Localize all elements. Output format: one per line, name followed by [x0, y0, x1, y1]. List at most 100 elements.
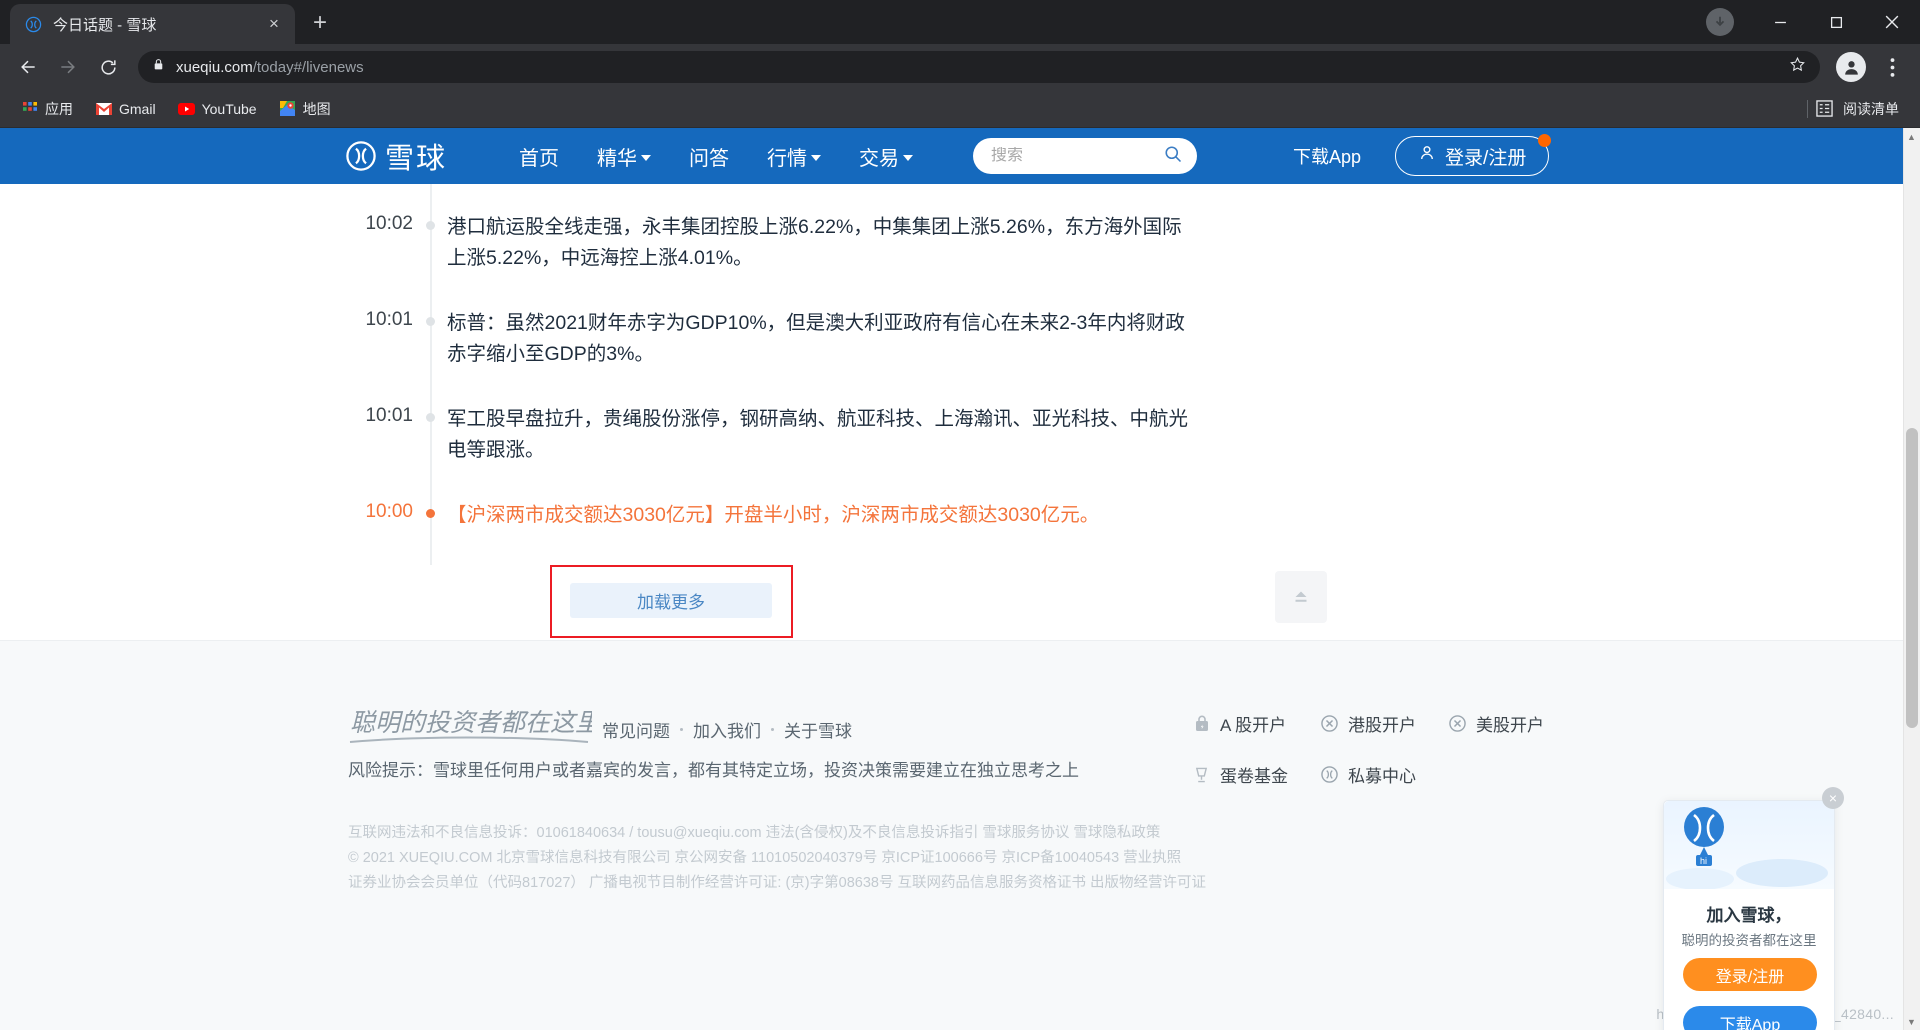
page-viewport: 也将大幅下降，迎来更多的发展机遇。三是区域内中小微企业、初创企业、妇女等群体 将…	[0, 128, 1920, 1030]
service-us-stock[interactable]: 美股开户	[1448, 711, 1576, 736]
egg-roll-icon	[1192, 765, 1211, 784]
svg-text:聪明的投资者都在这里: 聪明的投资者都在这里	[350, 709, 592, 737]
nav-label: 问答	[689, 147, 730, 170]
separator-dot	[680, 728, 683, 731]
news-time: 10:00	[365, 501, 413, 522]
load-more-button[interactable]: 加载更多	[570, 583, 772, 618]
scroll-down-arrow-icon[interactable]: ▼	[1903, 1013, 1920, 1030]
separator-dot	[771, 728, 774, 731]
news-dot	[413, 404, 447, 422]
lock-shield-icon	[1192, 714, 1211, 733]
nav-item-qa[interactable]: 问答	[689, 142, 729, 171]
scroll-up-arrow-icon[interactable]: ▲	[1903, 128, 1920, 145]
nav-item-quotes[interactable]: 行情	[767, 142, 822, 171]
news-row-highlighted[interactable]: 10:00 【沪深两市成交额达3030亿元】开盘半小时，沪深两市成交额达3030…	[335, 500, 1195, 565]
minimize-button[interactable]	[1752, 0, 1808, 44]
reading-list-icon[interactable]	[1816, 100, 1833, 117]
bookmark-maps[interactable]: 地图	[270, 95, 340, 123]
notification-dot	[1538, 134, 1552, 147]
back-icon[interactable]	[10, 49, 46, 85]
xueqiu-logo-icon	[24, 15, 43, 34]
page-scrollbar[interactable]: ▲ ▼	[1903, 128, 1920, 1030]
gmail-icon	[95, 100, 112, 117]
news-text: 【沪深两市成交额达3030亿元】开盘半小时，沪深两市成交额达3030亿元。	[447, 504, 1100, 526]
scrollbar-thumb[interactable]	[1906, 428, 1918, 728]
bookmark-youtube[interactable]: YouTube	[169, 96, 266, 121]
footer-link-faq[interactable]: 常见问题	[602, 717, 670, 742]
xueqiu-logo[interactable]: 雪球	[345, 135, 447, 177]
xueqiu-site-header: 雪球 首页 精华 问答 行情 交易 下载App 登录/注册	[0, 128, 1903, 184]
service-label: 蛋卷基金	[1220, 767, 1288, 786]
maximize-button[interactable]	[1808, 0, 1864, 44]
close-icon[interactable]: ×	[263, 13, 285, 35]
news-dot	[413, 308, 447, 326]
load-more-area: 加载更多	[335, 565, 1327, 643]
login-label: 登录/注册	[1445, 147, 1527, 169]
close-window-button[interactable]	[1864, 0, 1920, 44]
promo-download-app-button[interactable]: 下载App	[1683, 1006, 1817, 1030]
news-row[interactable]: 10:01 军工股早盘拉升，贵绳股份涨停，钢研高纳、航亚科技、上海瀚讯、亚光科技…	[335, 404, 1195, 500]
nav-item-trade[interactable]: 交易	[859, 142, 914, 171]
youtube-icon	[177, 100, 195, 117]
profile-avatar[interactable]	[1836, 52, 1866, 82]
promo-illustration: hi	[1664, 801, 1834, 889]
news-row[interactable]: 10:02 港口航运股全线走强，永丰集团控股上涨6.22%，中集集团上涨5.26…	[335, 212, 1195, 308]
circle-x-icon	[1320, 714, 1339, 733]
search-icon[interactable]	[1163, 144, 1183, 169]
close-icon[interactable]: ×	[1822, 787, 1844, 809]
footer-link-join[interactable]: 加入我们	[693, 717, 761, 742]
nav-label: 首页	[519, 147, 560, 170]
service-label: A 股开户	[1220, 716, 1287, 735]
tab-title: 今日话题 - 雪球	[53, 16, 157, 34]
download-indicator-icon[interactable]	[1706, 8, 1734, 36]
footer-link-about[interactable]: 关于雪球	[784, 717, 852, 742]
footer-slogan: 聪明的投资者都在这里	[348, 704, 602, 755]
xueqiu-circle-icon	[1320, 765, 1339, 784]
nav-item-home[interactable]: 首页	[519, 142, 559, 171]
news-time: 10:02	[365, 213, 413, 234]
nav-label: 精华	[597, 147, 638, 170]
lock-icon	[152, 58, 165, 76]
download-app-link[interactable]: 下载App	[1293, 143, 1361, 169]
login-register-button[interactable]: 登录/注册	[1395, 134, 1552, 176]
reading-list-label[interactable]: 阅读清单	[1841, 95, 1908, 123]
address-bar[interactable]: xueqiu.com/today#/livenews	[138, 51, 1820, 83]
bookmark-label: Gmail	[119, 100, 156, 117]
news-time: 10:01	[365, 405, 413, 426]
search-input[interactable]	[991, 147, 1164, 165]
promo-login-register-button[interactable]: 登录/注册	[1683, 958, 1817, 991]
feed-inner: 也将大幅下降，迎来更多的发展机遇。三是区域内中小微企业、初创企业、妇女等群体 将…	[335, 128, 1195, 565]
bookmark-apps[interactable]: 应用	[12, 95, 82, 123]
nav-item-essence[interactable]: 精华	[597, 142, 652, 171]
join-xueqiu-promo-card: × hi 加入雪球， 聪明的投资者都在这里 登录/注册 下载App	[1663, 787, 1844, 1030]
bookmark-gmail[interactable]: Gmail	[86, 96, 165, 121]
reload-icon[interactable]	[90, 49, 126, 85]
forward-icon[interactable]	[50, 49, 86, 85]
chevron-down-icon	[903, 154, 914, 161]
site-nav: 首页 精华 问答 行情 交易	[519, 142, 914, 171]
service-danjuan-fund[interactable]: 蛋卷基金	[1192, 762, 1320, 787]
tab-strip: 今日话题 - 雪球 × +	[0, 0, 1920, 44]
legal-line: 互联网违法和不良信息投诉：01061840634 / tousu@xueqiu.…	[348, 825, 1161, 841]
service-private-fund[interactable]: 私募中心	[1320, 762, 1448, 787]
star-icon[interactable]	[1789, 56, 1806, 78]
user-icon	[1418, 144, 1436, 168]
kebab-menu-icon[interactable]	[1874, 49, 1910, 85]
news-time: 10:01	[365, 309, 413, 330]
back-to-top-icon[interactable]	[1275, 571, 1327, 623]
site-footer: 聪明的投资者都在这里 常见问题 加入我们 关于雪球 风险提示：雪球里任何用户或者…	[0, 640, 1903, 1030]
browser-toolbar: xueqiu.com/today#/livenews	[0, 44, 1920, 90]
new-tab-button[interactable]: +	[303, 7, 337, 41]
service-a-stock[interactable]: A 股开户	[1192, 711, 1320, 736]
news-dot	[413, 500, 447, 518]
service-label: 港股开户	[1348, 716, 1416, 735]
bookmarks-bar: 应用 Gmail YouTube 地图 阅读清单	[0, 90, 1920, 128]
site-search[interactable]	[973, 138, 1198, 174]
bookmarks-bar-right: 阅读清单	[1807, 95, 1908, 123]
browser-tab[interactable]: 今日话题 - 雪球 ×	[10, 4, 295, 44]
service-hk-stock[interactable]: 港股开户	[1320, 711, 1448, 736]
news-row[interactable]: 10:01 标普：虽然2021财年赤字为GDP10%，但是澳大利亚政府有信心在未…	[335, 308, 1195, 404]
news-dot	[413, 212, 447, 230]
legal-line: 证券业协会会员单位（代码817027） 广播电视节目制作经营许可证: (京)字第…	[348, 875, 1207, 891]
nav-label: 行情	[767, 147, 808, 170]
